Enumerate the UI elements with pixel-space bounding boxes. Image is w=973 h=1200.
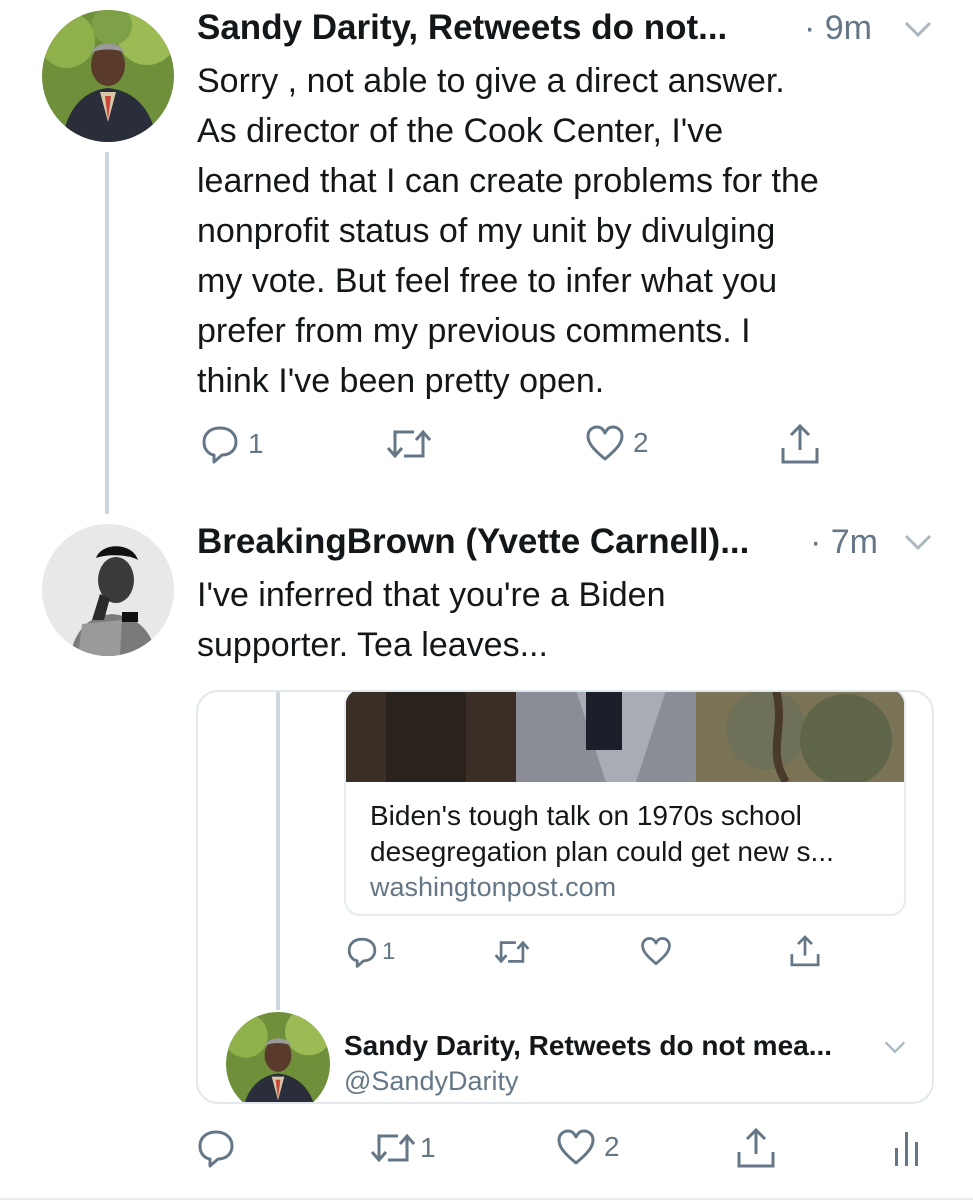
thread-line: [105, 152, 109, 514]
link-preview-card[interactable]: Biden's tough talk on 1970s school deseg…: [344, 692, 906, 916]
heart-icon: [640, 936, 672, 966]
tweet1-text-line: my vote. But feel free to infer what you: [197, 262, 778, 300]
tweet1-text-line: think I've been pretty open.: [197, 362, 605, 400]
tweet1-retweet-button[interactable]: [386, 426, 432, 462]
tweet2-text-line: supporter. Tea leaves...: [197, 626, 548, 664]
link-title-line: Biden's tough talk on 1970s school: [370, 800, 802, 831]
quoted-retweet-button[interactable]: [494, 938, 530, 966]
link-preview-domain[interactable]: washingtonpost.com: [370, 872, 616, 903]
tweet1-share-button[interactable]: [778, 422, 822, 466]
tweet2-analytics-button[interactable]: [892, 1128, 922, 1168]
avatar-sandy-darity[interactable]: [42, 10, 174, 142]
tweet1-text-line: As director of the Cook Center, I've: [197, 112, 724, 150]
reply-icon: [346, 936, 378, 968]
heart-icon: [585, 424, 625, 462]
quoted-next-author-handle[interactable]: @SandyDarity: [344, 1066, 518, 1097]
tweet1-reply-count: 1: [248, 428, 264, 459]
tweet1-text-line: nonprofit status of my unit by divulging: [197, 212, 776, 250]
analytics-icon: [892, 1128, 922, 1168]
link-preview-image: [346, 692, 904, 786]
retweet-icon: [386, 426, 432, 462]
chevron-down-icon[interactable]: [904, 20, 932, 43]
link-preview-title[interactable]: Biden's tough talk on 1970s school deseg…: [370, 798, 890, 870]
tweet2-like-button[interactable]: 2: [556, 1128, 620, 1166]
tweet2-author-name[interactable]: BreakingBrown (Yvette Carnell)...: [197, 522, 749, 562]
link-title-line: desegregation plan could get new s...: [370, 836, 834, 867]
quoted-avatar-sandy-darity[interactable]: [226, 1012, 330, 1102]
tweet2-share-button[interactable]: [734, 1126, 778, 1170]
tweet2-timestamp[interactable]: · 7m: [810, 523, 878, 562]
tweet2-like-count: 2: [604, 1131, 620, 1162]
tweet2-retweet-button[interactable]: 1: [370, 1130, 436, 1166]
avatar-breakingbrown[interactable]: [42, 524, 174, 656]
tweet1-reply-button[interactable]: 1: [200, 424, 264, 464]
reply-icon: [196, 1128, 236, 1168]
quoted-like-button[interactable]: [640, 936, 672, 966]
tweet2-text: I've inferred that you're a Biden suppor…: [197, 570, 957, 670]
quoted-share-button[interactable]: [788, 934, 822, 968]
tweet1-text-line: learned that I can create problems for t…: [197, 162, 819, 200]
quoted-next-author-name[interactable]: Sandy Darity, Retweets do not mea...: [344, 1030, 832, 1062]
tweet2-retweet-count: 1: [420, 1132, 436, 1163]
retweet-icon: [370, 1130, 416, 1166]
tweet2-reply-button[interactable]: [196, 1128, 236, 1168]
chevron-down-icon[interactable]: [884, 1040, 906, 1059]
tweet1-like-button[interactable]: 2: [585, 424, 649, 462]
tweet1-text: Sorry , not able to give a direct answer…: [197, 56, 957, 406]
tweet1-timestamp[interactable]: · 9m: [804, 9, 872, 48]
tweet1-author-name[interactable]: Sandy Darity, Retweets do not...: [197, 8, 727, 48]
quoted-reply-button[interactable]: 1: [346, 936, 395, 968]
quoted-reply-count: 1: [382, 938, 396, 965]
tweet1-text-line: Sorry , not able to give a direct answer…: [197, 62, 785, 100]
reply-icon: [200, 424, 240, 464]
quoted-thread-line: [276, 692, 280, 1010]
share-icon: [788, 934, 822, 968]
share-icon: [778, 422, 822, 466]
retweet-icon: [494, 938, 530, 966]
share-icon: [734, 1126, 778, 1170]
tweet2-text-line: I've inferred that you're a Biden: [197, 576, 666, 614]
tweet1-text-line: prefer from my previous comments. I: [197, 312, 751, 350]
quoted-tweet-card[interactable]: Biden's tough talk on 1970s school deseg…: [196, 690, 934, 1104]
chevron-down-icon[interactable]: [904, 533, 932, 556]
tweet1-like-count: 2: [633, 427, 649, 458]
heart-icon: [556, 1128, 596, 1166]
